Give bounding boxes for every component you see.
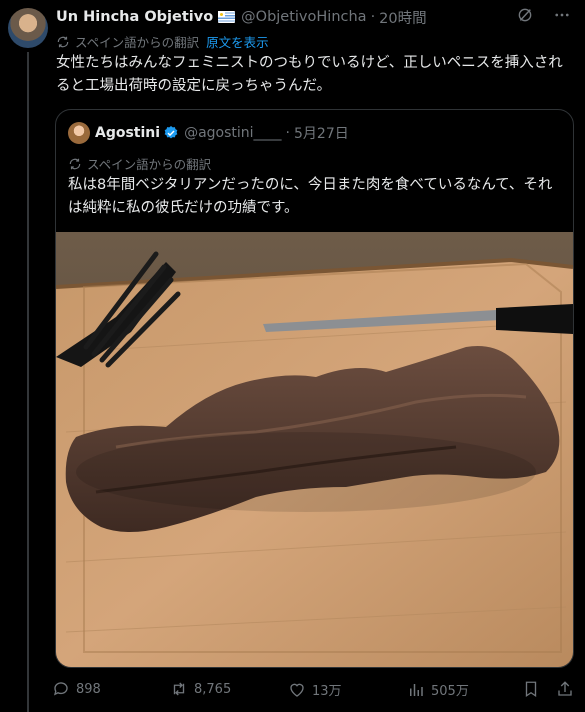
uruguay-flag-icon (218, 11, 236, 23)
more-options-icon[interactable] (553, 6, 571, 24)
quoted-post[interactable]: Agostini @agostini____ · 5月27日 スペイン語からの翻… (55, 109, 574, 668)
quote-text: 私は8年間ベジタリアンだったのに、今日また肉を食べているなんて、それは純粋に私の… (68, 177, 553, 216)
quote-author-display-name[interactable]: Agostini (95, 125, 160, 141)
thread-line (27, 52, 29, 712)
views-count: 505万 (431, 684, 469, 699)
translate-icon (69, 158, 81, 169)
views-button[interactable]: 505万 (407, 680, 469, 699)
repost-count: 8,765 (194, 681, 232, 697)
like-button[interactable]: 13万 (288, 680, 342, 699)
quote-translated-from-label: スペイン語からの翻訳 (87, 157, 212, 172)
quote-author-avatar[interactable] (68, 122, 90, 144)
bookmark-icon[interactable] (522, 680, 540, 698)
verified-badge-icon (164, 126, 178, 139)
translated-from-label: スペイン語からの翻訳 (75, 35, 200, 50)
heart-icon (290, 683, 304, 697)
author-handle[interactable]: @ObjetivoHincha (241, 9, 366, 25)
repost-icon (173, 682, 185, 696)
header-icons (517, 6, 571, 24)
share-icon[interactable] (556, 680, 574, 698)
post-text: 女性たちはみんなフェミニストのつもりでいるけど、正しいペニスを挿入されると工場出… (56, 55, 563, 94)
quote-date[interactable]: 5月27日 (294, 123, 349, 143)
views-icon (410, 683, 423, 696)
separator-dot: · (370, 9, 376, 25)
quote-translation-notice: スペイン語からの翻訳 (68, 154, 211, 173)
reply-icon (53, 682, 68, 696)
steak-photo[interactable] (56, 232, 573, 667)
action-bar: 898 8,765 13万 505万 (52, 676, 577, 702)
show-original-link[interactable]: 原文を表示 (206, 32, 269, 51)
author-avatar[interactable] (8, 8, 48, 48)
author-display-name[interactable]: Un Hincha Objetivo (56, 9, 213, 25)
quote-author-handle[interactable]: @agostini____ (184, 125, 281, 141)
post-header: Un Hincha Objetivo @ObjetivoHincha · 20時… (56, 6, 575, 28)
reply-count: 898 (76, 681, 101, 697)
quote-separator-dot: · (285, 125, 290, 141)
translation-notice: スペイン語からの翻訳 原文を表示 (56, 32, 269, 51)
like-count: 13万 (312, 684, 342, 699)
quote-header: Agostini @agostini____ · 5月27日 (68, 122, 349, 144)
repost-button[interactable]: 8,765 (170, 680, 231, 698)
translate-icon (57, 36, 69, 47)
grok-icon[interactable] (517, 7, 533, 23)
reply-button[interactable]: 898 (52, 680, 101, 698)
post-time[interactable]: 20時間 (379, 7, 426, 28)
